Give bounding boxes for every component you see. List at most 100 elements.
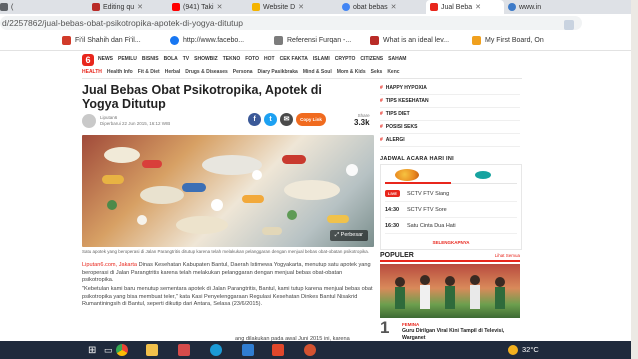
twitter-share-icon[interactable]: t <box>264 113 277 126</box>
popular-category[interactable]: FEMINA <box>402 322 419 327</box>
subnav-item[interactable]: Kenc <box>387 69 399 75</box>
schedule-row[interactable]: 14:30 SCTV FTV Sore <box>385 203 517 218</box>
email-share-icon[interactable]: ✉ <box>280 113 293 126</box>
task-view-icon[interactable]: ▭ <box>104 345 113 356</box>
close-icon[interactable]: ✕ <box>475 3 481 11</box>
hash-icon: # <box>380 137 383 143</box>
sidebar-link[interactable]: # POSISI SEKS <box>380 121 520 134</box>
extension-icon[interactable] <box>564 20 574 30</box>
temperature[interactable]: 32°C <box>522 345 539 354</box>
schedule-row[interactable]: 16:30 Satu Cinta Dua Hati <box>385 219 517 234</box>
tab-0[interactable]: ( <box>0 0 40 14</box>
nav-item[interactable]: PEMILU <box>118 56 137 62</box>
subnav-item[interactable]: Health Info <box>107 69 133 75</box>
zoom-button[interactable]: ⤢ Perbesar <box>329 230 368 241</box>
live-badge: LIVE <box>385 190 400 197</box>
powerpoint-icon[interactable] <box>304 344 316 356</box>
youtube-icon <box>172 3 180 11</box>
subnav-item[interactable]: Diary Pasikbraka <box>258 69 298 75</box>
author-block: Liputan6 Diperbarui 22 Jun 2015, 16:12 W… <box>82 114 170 128</box>
close-icon[interactable]: ✕ <box>298 3 304 11</box>
popular-thumbnail[interactable] <box>380 264 520 318</box>
close-icon[interactable]: ✕ <box>137 3 143 11</box>
nav-item[interactable]: CEK FAKTA <box>280 56 308 62</box>
subnav-item-health[interactable]: HEALTH <box>82 69 102 75</box>
hash-icon: # <box>380 111 383 117</box>
bookmark-3[interactable]: Referensi Furqan -... <box>274 36 351 45</box>
nav-item[interactable]: TEKNO <box>223 56 241 62</box>
nav-item[interactable]: FOTO <box>245 56 259 62</box>
tab-4[interactable]: obat bebas ✕ <box>342 0 422 14</box>
sidebar-link[interactable]: # HAPPY HYPOXIA <box>380 82 520 95</box>
tv-schedule: LIVE SCTV FTV Siang 14:30 SCTV FTV Sore … <box>380 164 522 250</box>
zoom-label: Perbesar <box>340 232 363 238</box>
close-icon[interactable]: ✕ <box>391 3 397 11</box>
quora-icon <box>370 36 379 45</box>
edge-icon[interactable] <box>210 344 222 356</box>
globe-icon <box>508 3 516 11</box>
bookmark-5[interactable]: My First Board, On <box>472 36 544 45</box>
tab-label: www.in <box>519 3 542 11</box>
sctv-logo-icon[interactable] <box>395 169 419 181</box>
subnav-item[interactable]: Mom & Kids <box>337 69 366 75</box>
nav-item[interactable]: SHOWBIZ <box>194 56 218 62</box>
mail-icon[interactable] <box>242 344 254 356</box>
file-explorer-icon[interactable] <box>146 344 158 356</box>
windows-start-icon[interactable]: ⊞ <box>88 345 96 356</box>
bookmark-label: http://www.facebo... <box>183 37 245 44</box>
nav-item[interactable]: SAHAM <box>388 56 406 62</box>
nav-item[interactable]: HOT <box>264 56 275 62</box>
nav-item[interactable]: ISLAMI <box>313 56 330 62</box>
tab-label: ( <box>11 3 14 11</box>
tab-2[interactable]: (941) Taki ✕ <box>172 0 248 14</box>
tab-label: obat bebas <box>353 3 388 11</box>
office-icon[interactable] <box>272 344 284 356</box>
nav-item[interactable]: BOLA <box>164 56 178 62</box>
chrome-icon[interactable] <box>116 344 128 356</box>
scrollbar[interactable] <box>631 0 638 359</box>
tab-1[interactable]: Editing qu ✕ <box>92 0 162 14</box>
sidebar-links: # HAPPY HYPOXIA # TIPS KESEHATAN # TIPS DIE… <box>380 82 520 147</box>
address-bar[interactable]: d/2257862/jual-bebas-obat-psikotropika-a… <box>0 16 582 30</box>
subnav-item[interactable]: Persona <box>233 69 253 75</box>
nav-item[interactable]: NEWS <box>98 56 113 62</box>
liputan6-icon <box>430 3 438 11</box>
sidebar-link-label: POSISI SEKS <box>385 124 418 130</box>
popular-see-all-link[interactable]: Lihat Semua <box>495 253 520 258</box>
bookmark-icon <box>62 36 71 45</box>
facebook-share-icon[interactable]: f <box>248 113 261 126</box>
tab-3[interactable]: Website D ✕ <box>252 0 326 14</box>
nav-item[interactable]: CRYPTO <box>335 56 356 62</box>
schedule-more-link[interactable]: SELENGKAPNYA <box>381 240 521 245</box>
bookmark-2[interactable]: http://www.facebo... <box>170 36 244 45</box>
site-logo[interactable]: 6 <box>82 54 94 66</box>
close-icon[interactable]: ✕ <box>217 3 223 11</box>
popular-rank: 1 <box>380 318 390 337</box>
program-time: 14:30 <box>385 207 400 213</box>
source-link[interactable]: Liputan6.com, Jakarta <box>82 262 137 268</box>
indosiar-logo-icon[interactable] <box>475 171 491 179</box>
nav-item[interactable]: CITIZENS <box>360 56 383 62</box>
nav-item[interactable]: BISNIS <box>142 56 159 62</box>
copy-link-button[interactable]: Copy Link <box>296 113 326 126</box>
sidebar-link[interactable]: # ALERGI <box>380 134 520 147</box>
bookmark-4[interactable]: What is an ideal lev... <box>370 36 449 45</box>
bookmark-label: Referensi Furqan -... <box>287 37 352 44</box>
subnav-item[interactable]: Herbal <box>165 69 181 75</box>
weather-icon[interactable] <box>508 345 518 355</box>
sidebar-link[interactable]: # TIPS KESEHATAN <box>380 95 520 108</box>
subnav-item[interactable]: Mind & Soul <box>303 69 332 75</box>
article-photo[interactable]: ⤢ Perbesar <box>82 135 374 247</box>
subnav-item[interactable]: Fit & Diet <box>138 69 160 75</box>
tab-active[interactable]: Jual Beba ✕ <box>426 0 504 14</box>
store-icon[interactable] <box>178 344 190 356</box>
subnav-item[interactable]: Seks <box>371 69 383 75</box>
subnav-item[interactable]: Drugs & Diseases <box>185 69 228 75</box>
active-tab-indicator <box>385 182 451 184</box>
tab-6[interactable]: www.in <box>508 0 572 14</box>
nav-item[interactable]: TV <box>183 56 189 62</box>
schedule-row[interactable]: LIVE SCTV FTV Siang <box>385 187 517 202</box>
sidebar-link[interactable]: # TIPS DIET <box>380 108 520 121</box>
bookmark-1[interactable]: Fi'il Shahih dan Fi'il... <box>62 36 141 45</box>
program-name: Satu Cinta Dua Hati <box>407 223 456 229</box>
